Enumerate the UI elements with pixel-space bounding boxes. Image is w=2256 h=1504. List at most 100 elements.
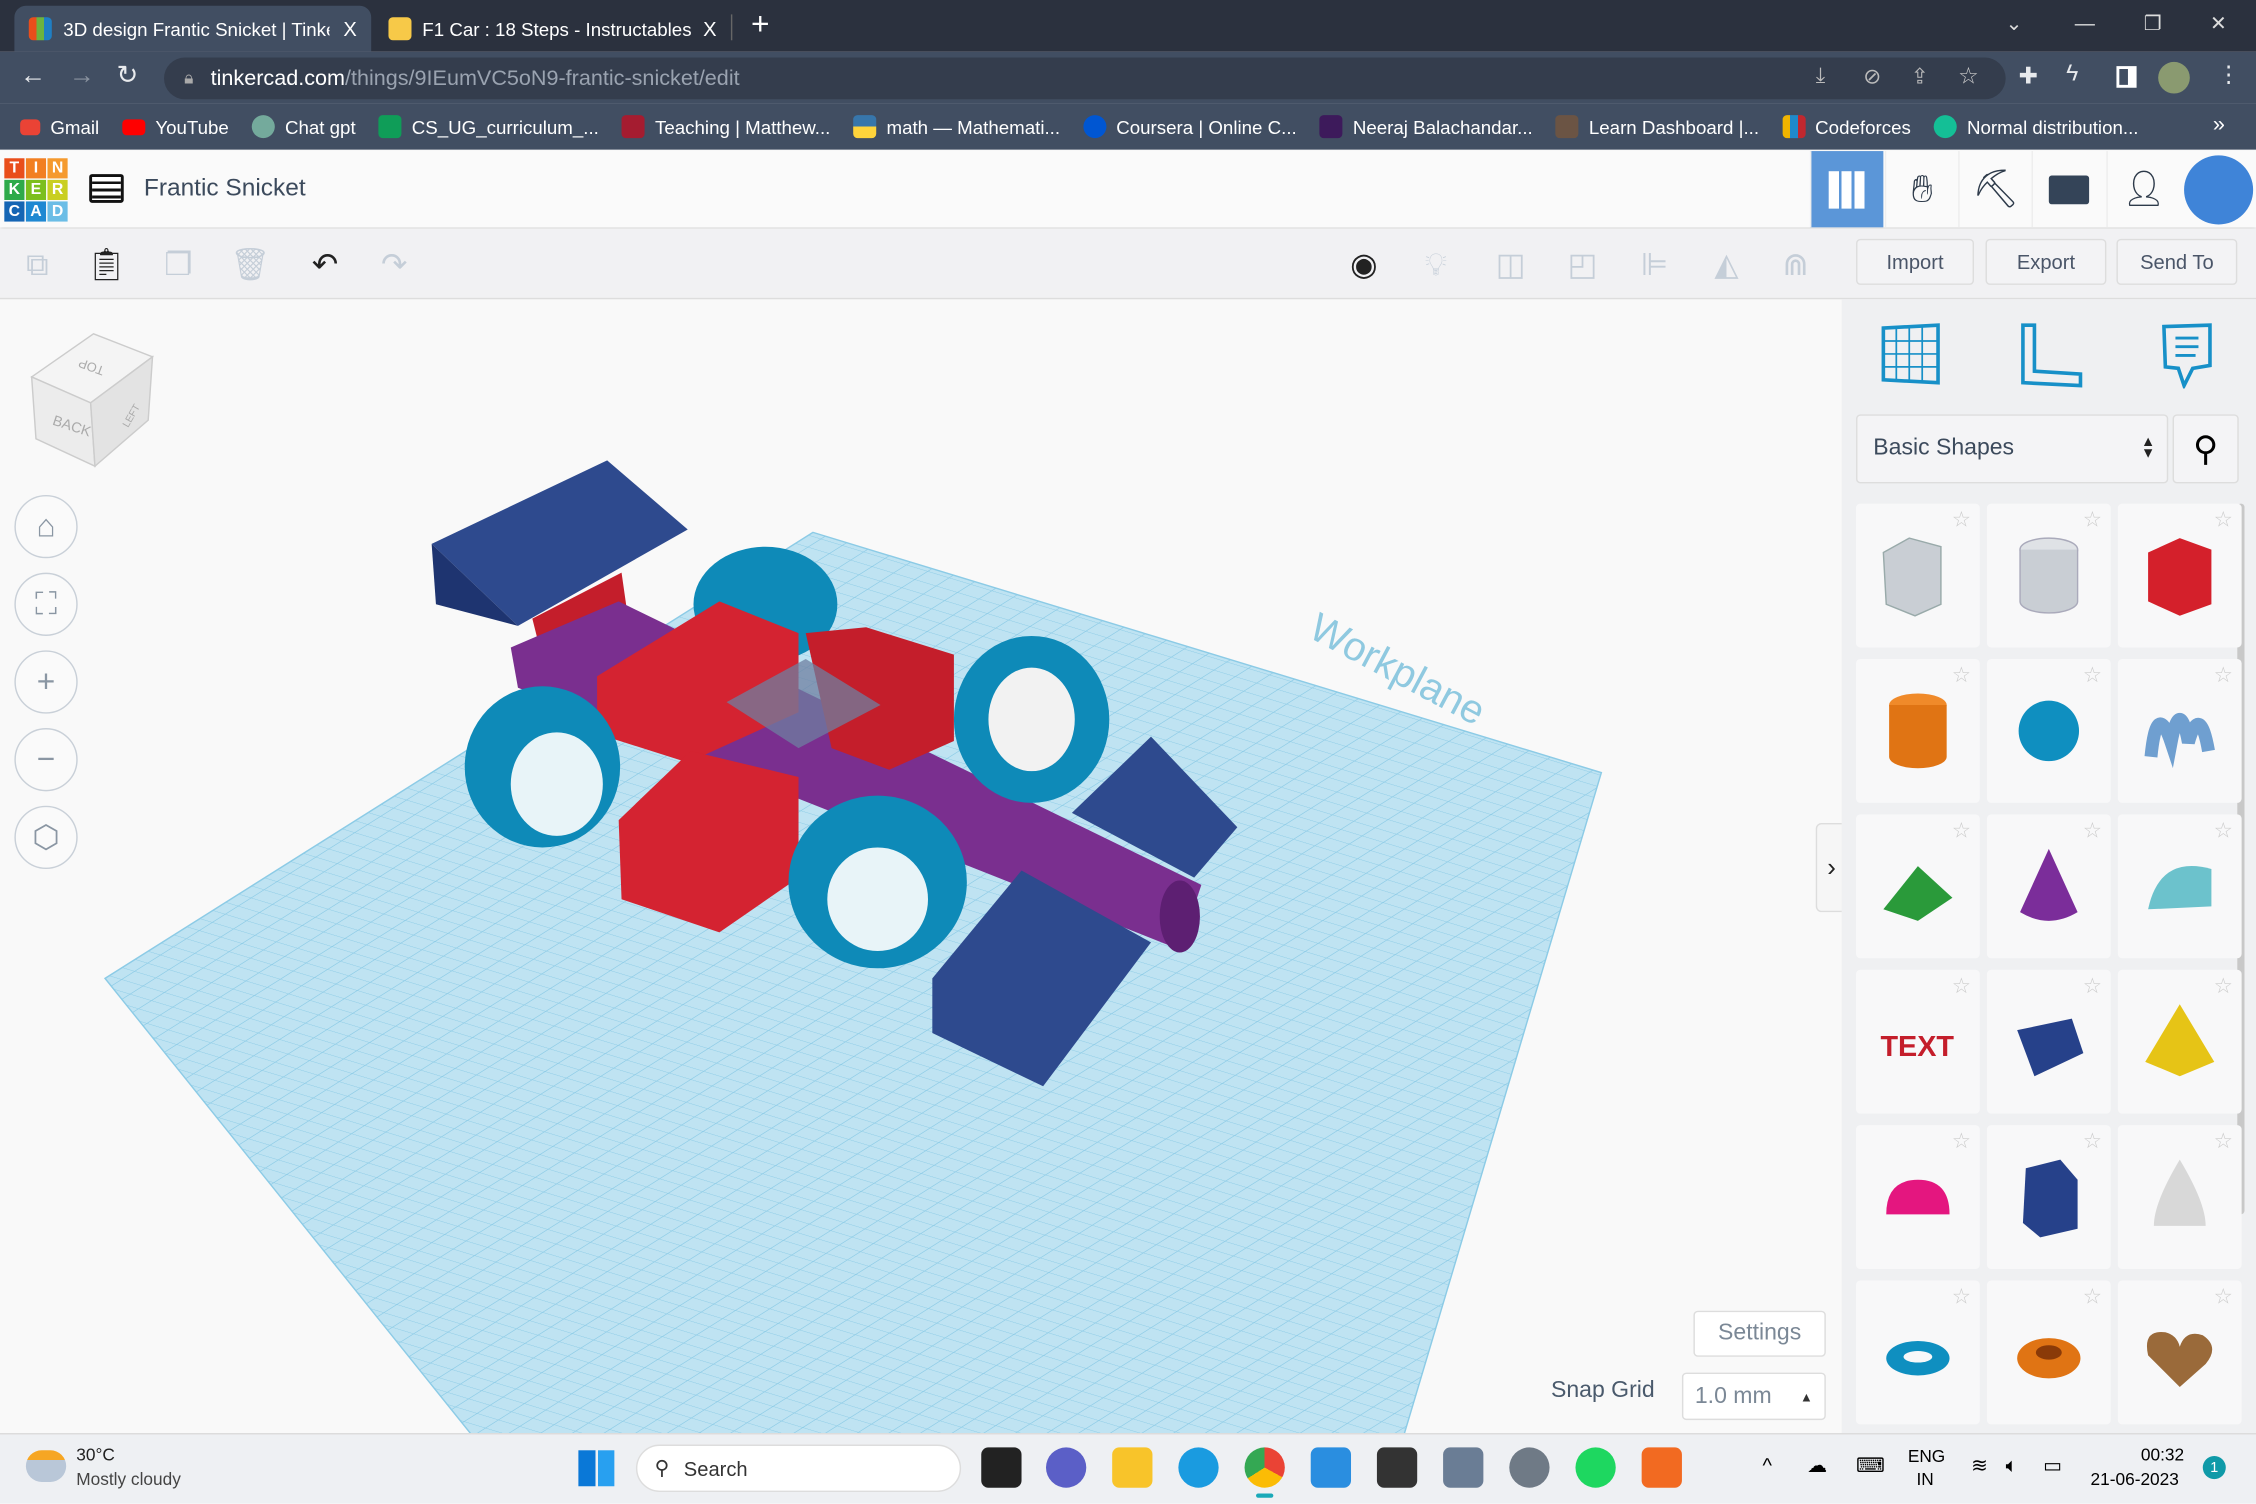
- paste-icon[interactable]: 📋︎: [83, 242, 129, 288]
- notes-visibility-icon[interactable]: ◉: [1341, 242, 1387, 288]
- close-tab-icon[interactable]: X: [343, 17, 356, 40]
- settings-icon[interactable]: [1509, 1447, 1549, 1487]
- start-icon[interactable]: [578, 1450, 614, 1486]
- sticky-notes-icon[interactable]: [1377, 1447, 1417, 1487]
- shape-tile-half-sphere[interactable]: ☆: [1856, 1125, 1980, 1269]
- align-icon[interactable]: ⊫: [1632, 242, 1678, 288]
- favorite-star-icon[interactable]: ☆: [2083, 1128, 2102, 1154]
- shape-tile-box[interactable]: ☆: [1856, 504, 1980, 648]
- shape-tile-tube[interactable]: ☆: [1987, 1281, 2111, 1425]
- bricks-button[interactable]: [2032, 151, 2105, 227]
- design-title[interactable]: Frantic Snicket: [144, 174, 306, 203]
- performance-icon[interactable]: ϟ: [2066, 62, 2078, 88]
- duplicate-icon[interactable]: ❐: [155, 242, 201, 288]
- shape-tile-cone[interactable]: ☆: [1987, 814, 2111, 958]
- copy-icon[interactable]: ⧉: [14, 242, 60, 288]
- shape-tile-sphere[interactable]: ☆: [1987, 659, 2111, 803]
- notification-badge[interactable]: 1: [2203, 1456, 2226, 1479]
- favorite-star-icon[interactable]: ☆: [2083, 973, 2102, 999]
- shape-tile-pyramid[interactable]: ☆: [2118, 970, 2242, 1114]
- language-indicator[interactable]: ENG: [1908, 1446, 1945, 1466]
- forward-icon[interactable]: →: [69, 60, 95, 90]
- bookmark-learn-dashboard[interactable]: Learn Dashboard |...: [1556, 115, 1759, 138]
- workplane-tool-icon[interactable]: [1880, 322, 1940, 385]
- shape-tile-paraboloid[interactable]: ☆: [2118, 1125, 2242, 1269]
- tracking-off-icon[interactable]: ⊘: [1863, 63, 1881, 89]
- restore-icon[interactable]: ❐: [2144, 12, 2162, 36]
- bookmark-teaching[interactable]: Teaching | Matthew...: [622, 115, 830, 138]
- tinkercad-logo[interactable]: T I N K E R C A D: [4, 158, 67, 221]
- bookmark-codeforces[interactable]: Codeforces: [1782, 115, 1911, 138]
- light-bulb-icon[interactable]: 💡︎: [1413, 242, 1459, 288]
- view-cube[interactable]: TOP BACK LEFT: [32, 334, 153, 466]
- shape-tile-cylinder-orange[interactable]: ☆: [1856, 659, 1980, 803]
- shape-tile-wedge[interactable]: ☆: [1987, 970, 2111, 1114]
- onedrive-icon[interactable]: ☁: [1807, 1453, 1827, 1477]
- language-region[interactable]: IN: [1916, 1469, 1933, 1489]
- invite-button[interactable]: 👤︎: [2106, 151, 2179, 227]
- export-button[interactable]: Export: [1986, 239, 2107, 285]
- edge-icon[interactable]: [1178, 1447, 1218, 1487]
- perspective-button[interactable]: ⬡: [14, 806, 77, 869]
- group-icon[interactable]: ◫: [1488, 242, 1534, 288]
- favorite-star-icon[interactable]: ☆: [2214, 662, 2233, 688]
- blocks-button[interactable]: ✋︎: [1885, 151, 1958, 227]
- bookmark-math[interactable]: math — Mathemati...: [853, 115, 1060, 138]
- 3d-view-button[interactable]: [1810, 151, 1883, 227]
- workplane-viewport[interactable]: Workplane TOP BACK LEFT: [0, 299, 1842, 1433]
- task-view-icon[interactable]: [981, 1447, 1021, 1487]
- shape-tile-torus[interactable]: ☆: [1856, 1281, 1980, 1425]
- file-explorer-icon[interactable]: [1112, 1447, 1152, 1487]
- shape-tile-roof[interactable]: ☆: [1856, 814, 1980, 958]
- fusion360-icon[interactable]: [1642, 1447, 1682, 1487]
- favorite-star-icon[interactable]: ☆: [2214, 1283, 2233, 1309]
- design-list-icon[interactable]: [89, 174, 124, 203]
- weather-temp[interactable]: 30°C: [76, 1445, 115, 1465]
- more-bookmarks-button[interactable]: »: [2213, 112, 2225, 136]
- bookmark-coursera[interactable]: Coursera | Online C...: [1083, 115, 1297, 138]
- shape-tile-box-red[interactable]: ☆: [2118, 504, 2242, 648]
- import-button[interactable]: Import: [1856, 239, 1974, 285]
- shape-tile-text[interactable]: ☆TEXT: [1856, 970, 1980, 1114]
- favorite-star-icon[interactable]: ☆: [2083, 662, 2102, 688]
- favorite-star-icon[interactable]: ☆: [1952, 1128, 1971, 1154]
- tab-tinkercad[interactable]: 3D design Frantic Snicket | Tinker X: [14, 6, 371, 52]
- keyboard-icon[interactable]: ⌨: [1856, 1453, 1885, 1477]
- clock-time[interactable]: 00:32: [2141, 1445, 2184, 1465]
- volume-icon[interactable]: 🔈︎: [2006, 1453, 2018, 1477]
- favorite-star-icon[interactable]: ☆: [1952, 1283, 1971, 1309]
- settings-button[interactable]: Settings: [1693, 1311, 1825, 1357]
- taskbar-search[interactable]: ⚲Search: [636, 1445, 961, 1492]
- bookmark-youtube[interactable]: YouTube: [122, 116, 229, 138]
- battery-icon[interactable]: ▭: [2043, 1453, 2062, 1477]
- send-to-button[interactable]: Send To: [2116, 239, 2237, 285]
- favorite-star-icon[interactable]: ☆: [1952, 662, 1971, 688]
- mail-icon[interactable]: [1311, 1447, 1351, 1487]
- teams-icon[interactable]: [1046, 1447, 1086, 1487]
- zoom-in-button[interactable]: +: [14, 650, 77, 713]
- chrome-icon[interactable]: [1245, 1447, 1285, 1487]
- shape-tile-heart[interactable]: ☆: [2118, 1281, 2242, 1425]
- calculator-icon[interactable]: [1443, 1447, 1483, 1487]
- shape-tile-round-roof[interactable]: ☆: [2118, 814, 2242, 958]
- ungroup-icon[interactable]: ◰: [1560, 242, 1606, 288]
- shape-tile-scribble[interactable]: ☆: [2118, 659, 2242, 803]
- notes-icon[interactable]: [2161, 322, 2213, 388]
- shape-search-button[interactable]: ⚲: [2173, 414, 2239, 483]
- side-panel-icon[interactable]: [2116, 66, 2136, 88]
- address-bar[interactable]: 🔒︎ tinkercad.com/things/9IEumVC5oN9-fran…: [164, 58, 2006, 100]
- undo-icon[interactable]: ↶: [302, 242, 348, 288]
- share-icon[interactable]: ⇪: [1911, 63, 1929, 89]
- close-window-icon[interactable]: ✕: [2210, 12, 2227, 36]
- shape-tile-cylinder[interactable]: ☆: [1987, 504, 2111, 648]
- ruler-icon[interactable]: [2017, 322, 2083, 388]
- favorite-star-icon[interactable]: ☆: [1952, 817, 1971, 843]
- redo-icon[interactable]: ↷: [371, 242, 417, 288]
- user-avatar[interactable]: [2184, 155, 2253, 224]
- home-view-button[interactable]: ⌂: [14, 495, 77, 558]
- favorite-star-icon[interactable]: ☆: [2214, 1128, 2233, 1154]
- install-icon[interactable]: ⤓: [1816, 63, 1826, 87]
- bookmark-chatgpt[interactable]: Chat gpt: [252, 115, 356, 138]
- favorite-star-icon[interactable]: ☆: [2083, 506, 2102, 532]
- bookmark-star-icon[interactable]: ☆: [1958, 62, 1979, 91]
